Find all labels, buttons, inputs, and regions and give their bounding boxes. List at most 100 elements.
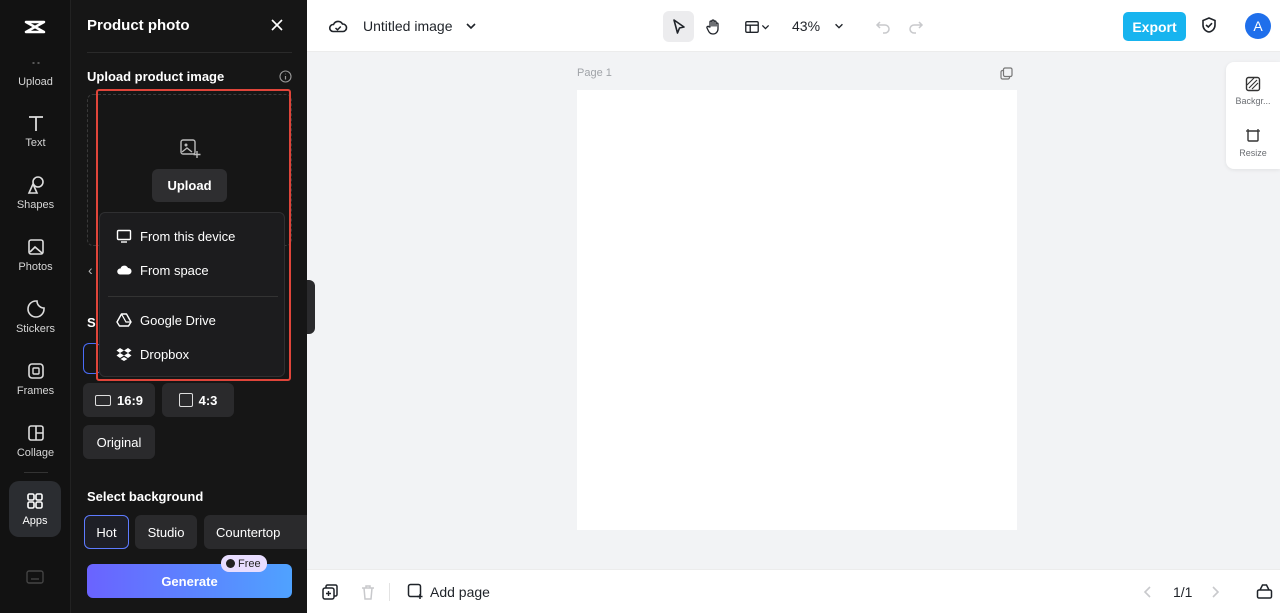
menu-item-google-drive[interactable]: Google Drive [100, 305, 286, 335]
left-rail: Upload Text Shapes Photos Stickers Frame… [0, 0, 71, 613]
cloud-icon [117, 265, 132, 275]
chevron-down-icon [761, 24, 769, 29]
background-chip-label: Hot [96, 524, 117, 540]
copy-page-icon[interactable] [321, 583, 339, 601]
duplicate-page-icon[interactable] [1000, 67, 1013, 80]
rail-item-collage[interactable]: Collage [0, 413, 71, 469]
frames-icon [27, 363, 44, 379]
text-icon [28, 116, 43, 131]
background-chip-studio[interactable]: Studio [135, 515, 197, 549]
rail-item-stickers[interactable]: Stickers [0, 289, 71, 345]
shapes-icon [27, 176, 44, 194]
document-title[interactable]: Untitled image [363, 18, 453, 34]
background-tool-label: Backgr... [1235, 96, 1271, 106]
menu-item-label: From space [140, 262, 209, 278]
back-arrow-icon[interactable]: ‹ [88, 262, 93, 278]
background-section-label: Select background [87, 489, 204, 504]
menu-item-from-this-device[interactable]: From this device [100, 221, 286, 251]
resize-icon [1246, 129, 1260, 142]
close-icon[interactable] [269, 17, 285, 33]
menu-item-from-space[interactable]: From space [100, 255, 286, 285]
cursor-arrow-icon [672, 18, 685, 34]
capcut-logo-icon[interactable] [22, 14, 48, 40]
rail-item-photos[interactable]: Photos [0, 227, 71, 283]
generate-label: Generate [161, 573, 218, 589]
bottom-divider [389, 583, 390, 601]
keyboard-icon[interactable] [26, 570, 44, 584]
avatar[interactable]: A [1245, 13, 1271, 39]
upload-button[interactable]: Upload [152, 169, 227, 202]
add-page-icon [407, 583, 423, 599]
menu-item-dropbox[interactable]: Dropbox [100, 339, 286, 369]
resize-tool-button[interactable]: Resize [1226, 120, 1280, 166]
image-add-icon [180, 139, 201, 158]
monitor-icon [116, 229, 132, 243]
design-page-canvas[interactable] [577, 90, 1017, 530]
bottom-toolbar: Add page 1/1 [307, 569, 1280, 613]
ratio-label: 4:3 [198, 392, 218, 408]
rail-item-label: Shapes [16, 199, 55, 211]
apps-grid-icon [27, 493, 43, 509]
info-icon[interactable] [279, 70, 292, 83]
ratio-label: 16:9 [116, 392, 144, 408]
rail-item-label: Apps [22, 515, 48, 527]
shield-check-icon[interactable] [1200, 16, 1218, 34]
upload-icon [32, 62, 39, 64]
layout-menu-button[interactable] [737, 11, 777, 42]
stickers-icon [26, 300, 45, 318]
top-toolbar: Untitled image 43% Export A [307, 0, 1280, 52]
right-tool-panel: Backgr... Resize [1226, 62, 1280, 169]
menu-item-label: Google Drive [140, 312, 216, 328]
menu-divider [108, 296, 278, 297]
background-icon [1245, 76, 1261, 92]
ratio-16-9-icon [94, 394, 111, 406]
google-drive-icon [116, 313, 132, 327]
undo-icon[interactable] [875, 18, 891, 34]
page-counter: 1/1 [1173, 584, 1193, 600]
layout-icon [744, 20, 759, 33]
pages-panel-icon[interactable] [1256, 583, 1273, 600]
size-section-label: S [87, 315, 96, 330]
panel-collapse-handle[interactable] [307, 280, 315, 334]
cloud-save-icon[interactable] [328, 16, 348, 36]
menu-item-label: From this device [140, 228, 236, 244]
chevron-left-icon[interactable] [1141, 584, 1155, 600]
rail-item-upload[interactable]: Upload [0, 47, 71, 103]
ratio-label: Original [96, 434, 142, 450]
background-chip-hot[interactable]: Hot [84, 515, 129, 549]
ratio-chip-4-3[interactable]: 4:3 [162, 383, 234, 417]
ratio-4-3-icon [178, 393, 193, 407]
add-page-button[interactable]: Add page [407, 583, 490, 600]
background-chip-label: Countertop [216, 524, 281, 540]
rail-item-label: Upload [18, 76, 53, 88]
rail-item-label: Text [25, 137, 46, 149]
rail-item-label: Collage [16, 447, 55, 459]
chevron-down-icon[interactable] [464, 19, 478, 33]
trash-icon[interactable] [359, 583, 377, 601]
rail-item-shapes[interactable]: Shapes [0, 165, 71, 221]
rail-item-label: Frames [16, 385, 55, 397]
ratio-chip-original[interactable]: Original [83, 425, 155, 459]
background-tool-button[interactable]: Backgr... [1226, 68, 1280, 114]
zoom-level[interactable]: 43% [792, 18, 820, 34]
free-badge-label: Free [238, 557, 261, 570]
menu-item-label: Dropbox [140, 346, 190, 362]
redo-icon[interactable] [908, 18, 924, 34]
chevron-down-icon[interactable] [833, 20, 845, 32]
resize-tool-label: Resize [1239, 148, 1267, 158]
page-label: Page 1 [577, 67, 612, 79]
export-button[interactable]: Export [1123, 12, 1186, 41]
ratio-chip-16-9[interactable]: 16:9 [83, 383, 155, 417]
rail-item-text[interactable]: Text [0, 103, 71, 159]
rail-item-label: Stickers [15, 323, 56, 335]
chevron-right-icon[interactable] [1208, 584, 1222, 600]
hand-icon [705, 18, 719, 35]
panel-divider [87, 52, 292, 53]
background-chip-countertop[interactable]: Countertop [204, 515, 307, 549]
free-badge: Free [221, 555, 267, 572]
select-tool-button[interactable] [663, 11, 694, 42]
hand-tool-button[interactable] [697, 11, 728, 42]
upload-section-label: Upload product image [87, 69, 225, 84]
rail-item-frames[interactable]: Frames [0, 351, 71, 407]
rail-item-apps[interactable]: Apps [9, 481, 61, 537]
